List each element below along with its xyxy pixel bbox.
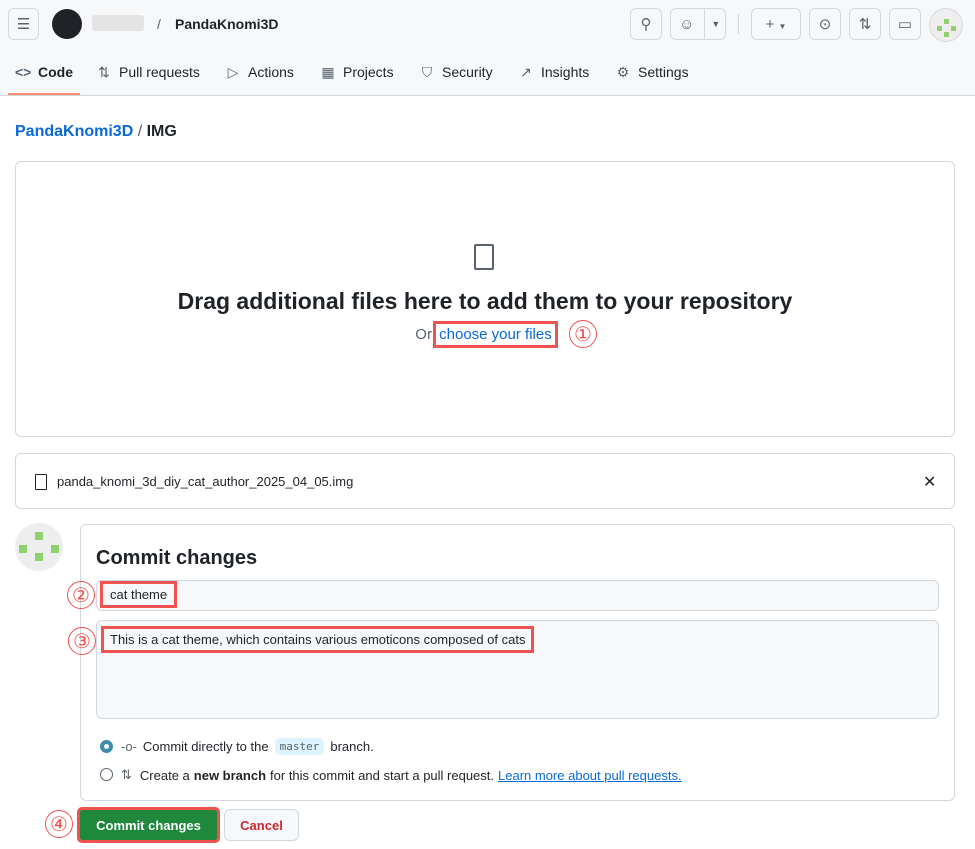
hamburger-icon: ☰: [16, 16, 31, 33]
owner-link[interactable]: [92, 15, 144, 31]
or-text: Or: [415, 326, 432, 343]
summary-value: cat theme: [99, 581, 178, 608]
new-branch-option: ⇅ Create a new branch for this commit an…: [121, 767, 682, 783]
annotation-4: ④: [45, 810, 73, 838]
commit-changes-button[interactable]: Commit changes: [77, 807, 220, 843]
tab-insights[interactable]: ↗ Insights: [518, 58, 589, 86]
search-icon: ⚲: [640, 16, 652, 33]
tab-projects[interactable]: ▦ Projects: [320, 58, 394, 86]
play-icon: ▷: [227, 63, 239, 80]
avatar[interactable]: [929, 8, 963, 42]
option-text: branch.: [330, 739, 374, 754]
search-button[interactable]: ⚲: [630, 8, 662, 40]
file-icon: [35, 474, 47, 490]
commit-summary-input[interactable]: cat theme: [96, 580, 939, 611]
git-pull-request-icon: ⇅: [121, 767, 132, 782]
issues-button[interactable]: ⊙: [809, 8, 841, 40]
git-commit-icon: -o-: [121, 739, 137, 754]
menu-button[interactable]: ☰: [8, 8, 39, 40]
option-text: for this commit and start a pull request…: [270, 767, 495, 783]
tab-label: Insights: [541, 64, 590, 80]
tab-label: Projects: [343, 64, 394, 80]
breadcrumb-repo-link[interactable]: PandaKnomi3D: [15, 123, 133, 140]
graph-icon: ↗: [520, 63, 532, 80]
inbox-button[interactable]: ▭: [889, 8, 921, 40]
git-pull-request-icon: ⇅: [98, 63, 110, 80]
issue-icon: ⊙: [818, 16, 832, 33]
copilot-button[interactable]: ☺ ▼: [670, 8, 726, 40]
option-text: Commit directly to the: [142, 739, 269, 754]
chevron-down-icon[interactable]: ▼: [704, 9, 720, 39]
option-text: Create a: [139, 767, 190, 783]
table-icon: ▦: [321, 63, 335, 80]
commit-avatar: [15, 523, 63, 571]
dropzone-subtitle: Or choose your files: [16, 321, 954, 348]
tab-label: Pull requests: [119, 64, 200, 80]
cancel-button[interactable]: Cancel: [224, 809, 299, 841]
pull-requests-button[interactable]: ⇅: [849, 8, 881, 40]
shield-icon: ⛉: [421, 63, 433, 80]
file-drop-zone[interactable]: Drag additional files here to add them t…: [15, 161, 955, 437]
commit-direct-option: -o- Commit directly to the master branch…: [121, 738, 374, 755]
commit-form: Commit changes cat theme ② This is a cat…: [67, 524, 955, 801]
create-new-button[interactable]: + ▼: [751, 8, 801, 40]
tab-actions[interactable]: ▷ Actions: [225, 58, 294, 86]
new-branch-radio[interactable]: [100, 768, 113, 781]
annotation-2: ②: [67, 581, 95, 609]
divider: [738, 14, 739, 34]
file-row: panda_knomi_3d_diy_cat_author_2025_04_05…: [15, 453, 955, 509]
commit-description-textarea[interactable]: This is a cat theme, which contains vari…: [96, 620, 939, 719]
active-tab-indicator: [8, 93, 80, 95]
remove-file-icon[interactable]: ✕: [923, 472, 936, 492]
breadcrumb-separator: /: [137, 123, 143, 140]
tab-settings[interactable]: ⚙ Settings: [615, 58, 689, 86]
annotation-3: ③: [68, 627, 96, 655]
tab-label: Security: [442, 64, 493, 80]
file-icon: [474, 244, 494, 270]
dropzone-title: Drag additional files here to add them t…: [177, 288, 793, 314]
tab-label: Code: [38, 64, 73, 80]
tab-code[interactable]: <> Code: [15, 58, 73, 86]
inbox-icon: ▭: [897, 16, 913, 33]
commit-title: Commit changes: [96, 547, 258, 569]
plus-icon: + ▼: [765, 15, 787, 33]
choose-files-link[interactable]: choose your files: [433, 321, 558, 348]
copilot-icon: ☺: [679, 15, 695, 33]
tab-security[interactable]: ⛉ Security: [419, 58, 493, 86]
tab-pull-requests[interactable]: ⇅ Pull requests: [96, 58, 200, 86]
tab-label: Actions: [248, 64, 294, 80]
github-logo-icon[interactable]: [52, 9, 82, 39]
git-pull-request-icon: ⇅: [858, 16, 872, 33]
code-icon: <>: [15, 64, 32, 80]
tab-label: Settings: [638, 64, 689, 80]
option-bold: new branch: [193, 767, 267, 783]
annotation-1: ①: [569, 320, 597, 348]
file-name: panda_knomi_3d_diy_cat_author_2025_04_05…: [57, 474, 354, 489]
repo-link[interactable]: PandaKnomi3D: [175, 16, 278, 32]
breadcrumb: PandaKnomi3D / IMG: [15, 123, 177, 141]
header-separator: /: [157, 16, 161, 32]
description-value: This is a cat theme, which contains vari…: [100, 626, 535, 653]
commit-direct-radio[interactable]: [100, 740, 113, 753]
learn-more-link[interactable]: Learn more about pull requests.: [498, 768, 682, 783]
gear-icon: ⚙: [616, 63, 630, 80]
breadcrumb-folder: IMG: [146, 123, 177, 140]
branch-name: master: [274, 738, 325, 755]
